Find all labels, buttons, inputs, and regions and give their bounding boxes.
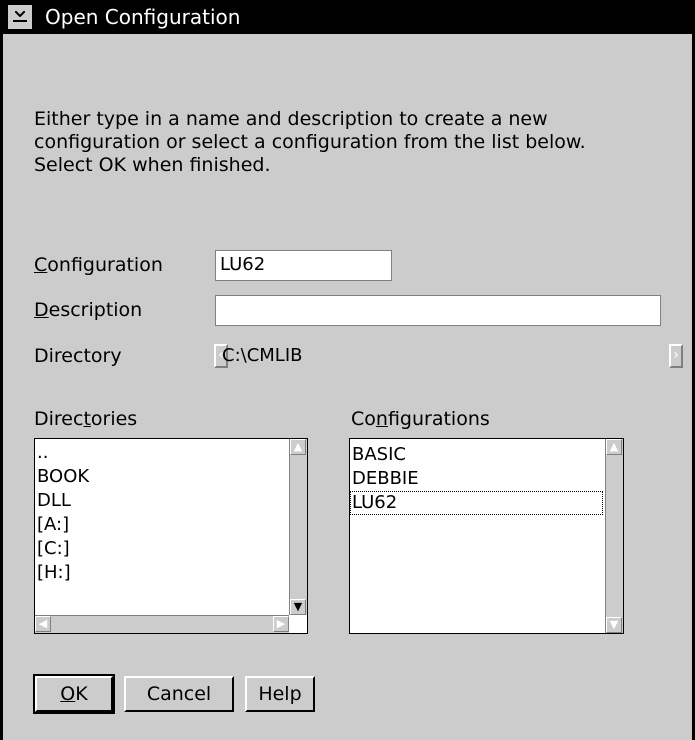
- ok-button[interactable]: OK: [33, 674, 115, 714]
- description-input[interactable]: [215, 295, 661, 326]
- directory-label: Directory: [34, 345, 122, 367]
- scroll-right-arrow-icon[interactable]: ▶: [273, 616, 289, 632]
- window-title: Open Configuration: [45, 5, 241, 29]
- instructions-line: Select OK when finished.: [34, 154, 271, 176]
- open-configuration-dialog: Open Configuration Either type in a name…: [0, 0, 695, 740]
- scroll-down-arrow-icon[interactable]: ▼: [290, 599, 306, 615]
- mnemonic: t: [83, 408, 91, 430]
- instructions-text: Either type in a name and description to…: [34, 108, 586, 177]
- mnemonic: C: [34, 254, 48, 276]
- mnemonic: O: [60, 683, 76, 705]
- directories-listbox[interactable]: .. BOOK DLL [A:] [C:] [H:] ▲ ▼ ◀ ▶: [34, 438, 308, 634]
- list-item[interactable]: DLL: [35, 489, 289, 513]
- scroll-up-arrow-icon[interactable]: ▲: [606, 439, 622, 455]
- cancel-button[interactable]: Cancel: [124, 676, 234, 712]
- list-item[interactable]: BOOK: [35, 465, 289, 489]
- directories-label: Directories: [34, 408, 138, 430]
- scroll-down-arrow-icon[interactable]: ▼: [606, 617, 622, 633]
- configurations-label: Configurations: [351, 408, 490, 430]
- description-label: Description: [34, 299, 143, 321]
- list-item[interactable]: DEBBIE: [350, 467, 603, 491]
- configuration-label: Configuration: [34, 254, 163, 276]
- mnemonic: D: [34, 299, 49, 321]
- horizontal-scrollbar[interactable]: ◀ ▶: [35, 615, 289, 633]
- scroll-left-arrow-icon[interactable]: ◀: [35, 616, 51, 632]
- instructions-line: Either type in a name and description to…: [34, 108, 548, 130]
- vertical-scrollbar[interactable]: ▲ ▼: [605, 439, 623, 633]
- configurations-list: BASIC DEBBIE LU62: [350, 443, 603, 515]
- list-item[interactable]: BASIC: [350, 443, 603, 467]
- scroll-up-arrow-icon[interactable]: ▲: [290, 439, 306, 455]
- help-button[interactable]: Help: [245, 676, 315, 712]
- scroll-right-arrow-icon[interactable]: ›: [669, 344, 683, 368]
- list-item[interactable]: ..: [35, 441, 289, 465]
- list-item[interactable]: [A:]: [35, 513, 289, 537]
- directory-value: C:\CMLIB: [222, 345, 303, 366]
- chevron-down-icon: [15, 11, 25, 17]
- list-item[interactable]: [C:]: [35, 537, 289, 561]
- list-item[interactable]: [H:]: [35, 561, 289, 585]
- list-item-selected[interactable]: LU62: [350, 491, 603, 515]
- vertical-scrollbar[interactable]: ▲ ▼: [289, 439, 307, 615]
- mnemonic: n: [375, 408, 388, 430]
- instructions-line: configuration or select a configuration …: [34, 131, 586, 153]
- directories-list: .. BOOK DLL [A:] [C:] [H:]: [35, 441, 289, 585]
- configuration-input[interactable]: LU62: [215, 250, 392, 281]
- configurations-listbox[interactable]: BASIC DEBBIE LU62 ▲ ▼: [349, 438, 624, 634]
- title-bar[interactable]: Open Configuration: [3, 0, 692, 34]
- system-menu-icon[interactable]: [8, 5, 32, 29]
